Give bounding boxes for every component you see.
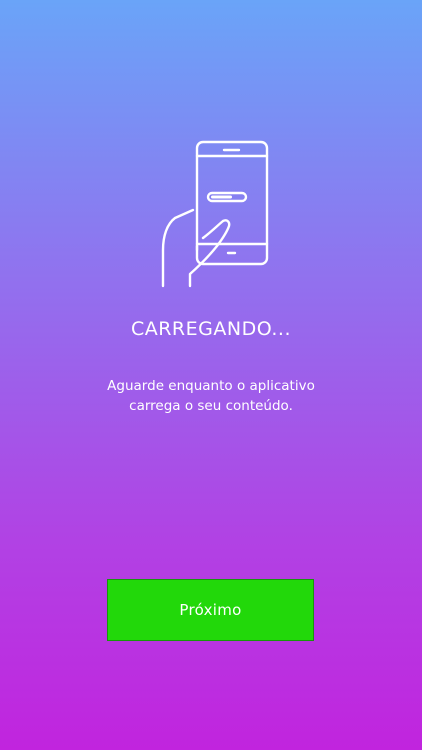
loading-screen: CARREGANDO... Aguarde enquanto o aplicat…	[0, 0, 422, 750]
description-text: Aguarde enquanto o aplicativo carrega o …	[80, 376, 342, 416]
description-line: Aguarde enquanto o aplicativo	[107, 378, 315, 394]
page-title: CARREGANDO...	[130, 318, 292, 340]
hand-holding-phone-loading-icon	[161, 140, 269, 288]
next-button[interactable]: Próximo	[107, 579, 314, 641]
description-line: carrega o seu conteúdo.	[129, 398, 293, 414]
